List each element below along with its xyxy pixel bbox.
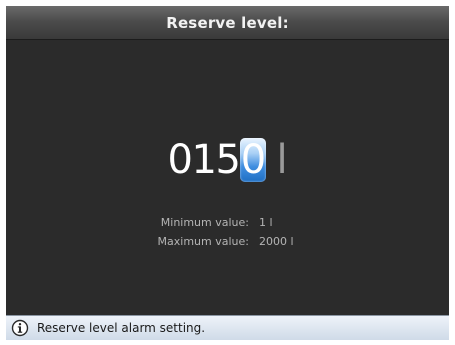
maximum-row: Maximum value: 2000 l <box>6 232 449 251</box>
maximum-label: Maximum value: <box>157 235 249 248</box>
status-message: Reserve level alarm setting. <box>37 321 206 335</box>
maximum-value: 2000 l <box>259 235 294 248</box>
display-screen: Reserve level: 0 1 5 0 l Minimum value: … <box>6 6 449 340</box>
digit-2[interactable]: 1 <box>191 140 216 180</box>
minimum-value: 1 l <box>259 216 273 229</box>
digit-1[interactable]: 0 <box>167 140 192 180</box>
active-digit-cursor[interactable]: 0 <box>240 138 267 182</box>
info-icon <box>11 319 29 337</box>
value-limits: Minimum value: 1 l Maximum value: 2000 l <box>6 213 449 251</box>
page-title: Reserve level: <box>166 13 289 32</box>
value-editor: 0 1 5 0 l <box>6 131 449 189</box>
digit-3[interactable]: 5 <box>215 140 240 180</box>
minimum-row: Minimum value: 1 l <box>6 213 449 232</box>
status-bar: Reserve level alarm setting. <box>6 315 449 340</box>
minimum-label: Minimum value: <box>160 216 249 229</box>
unit-label: l <box>276 137 288 183</box>
value-digits: 0 1 5 0 l <box>167 137 288 183</box>
title-bar: Reserve level: <box>6 6 449 40</box>
